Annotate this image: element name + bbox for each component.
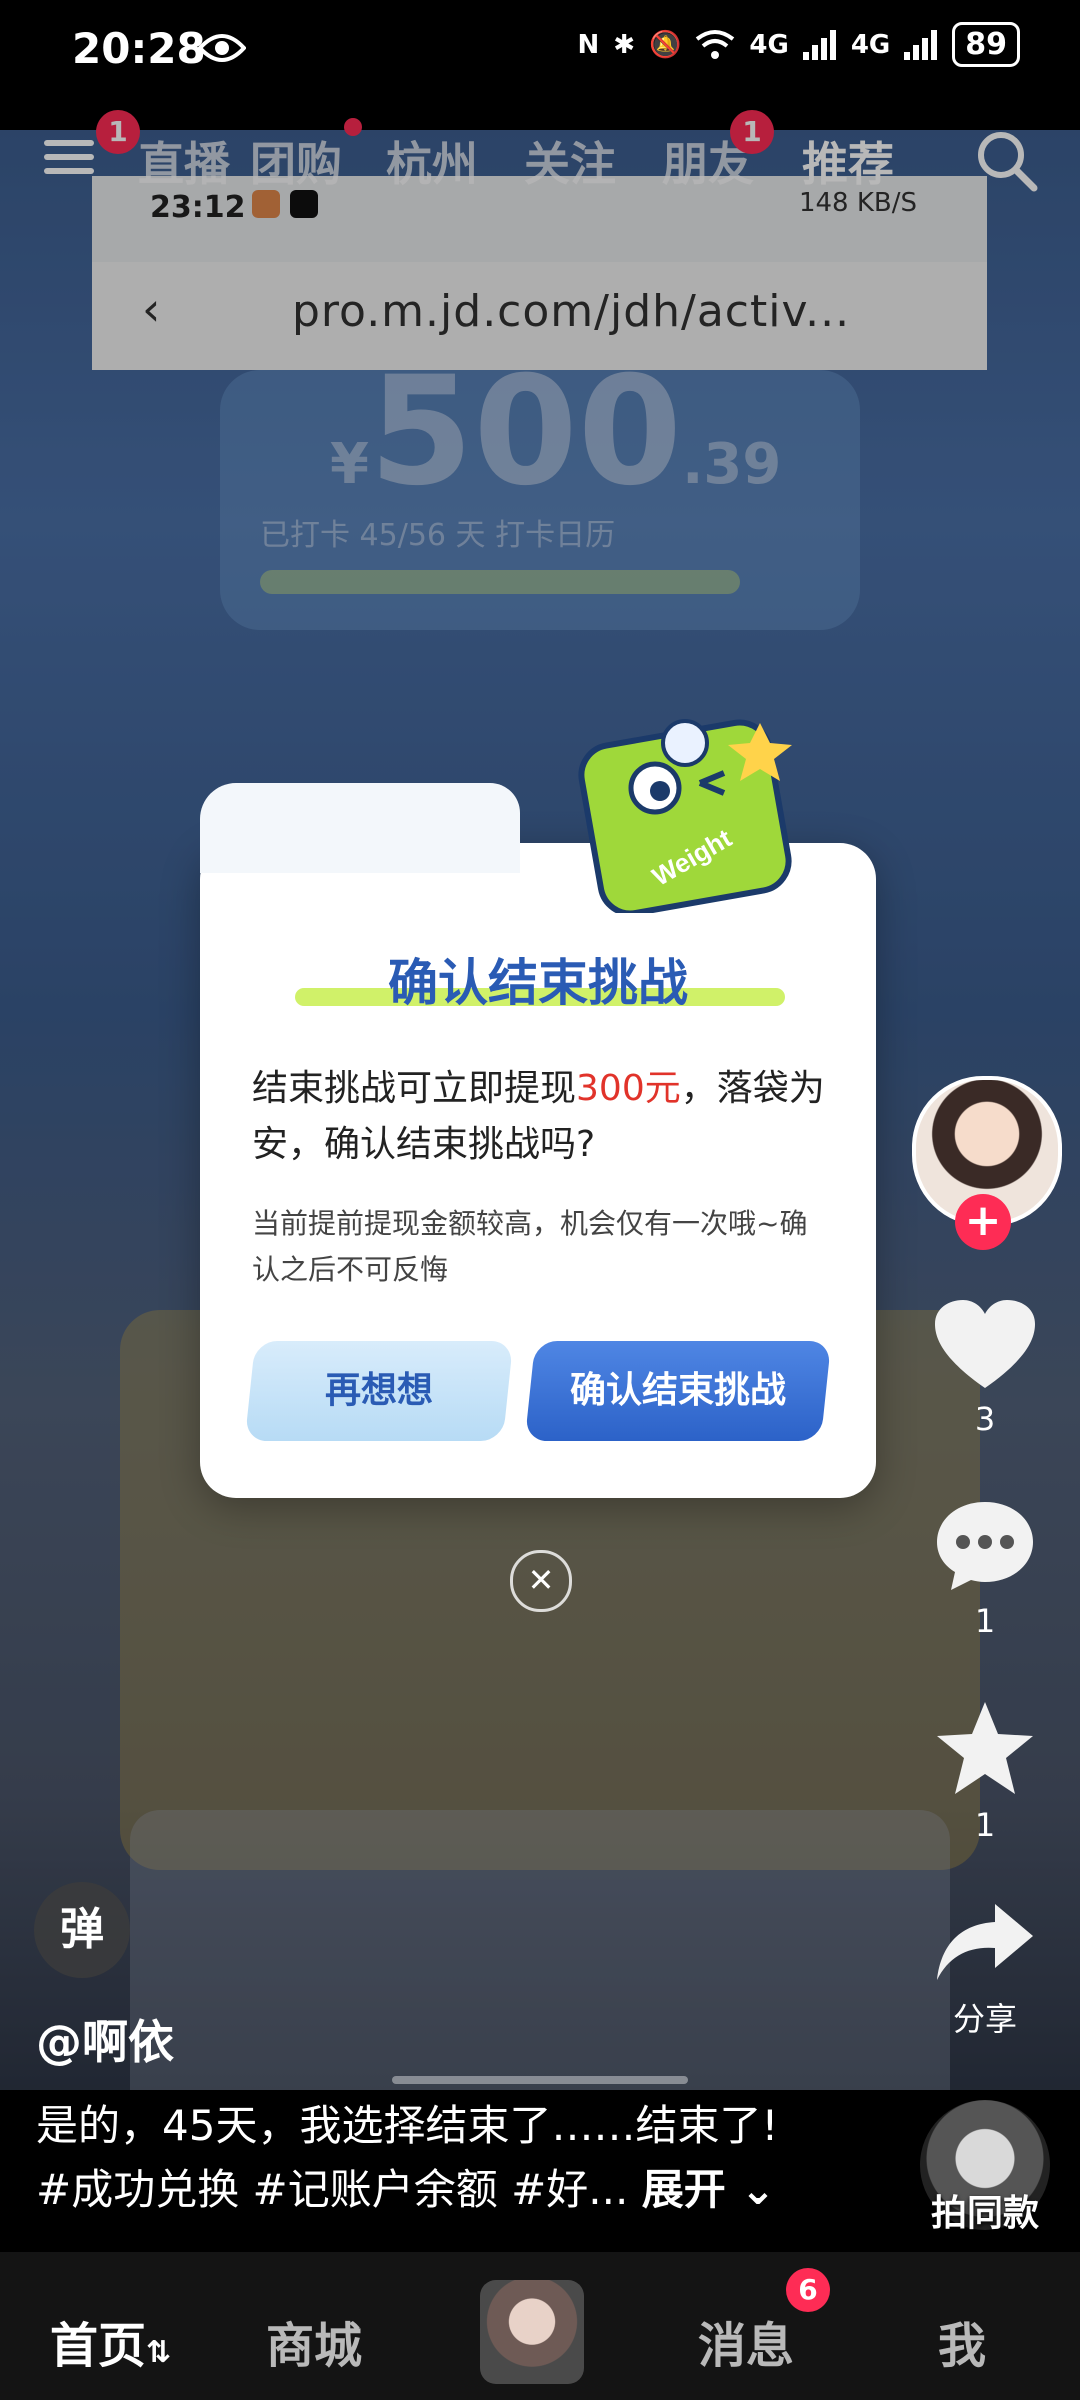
eye-icon <box>198 34 246 62</box>
share-label: 分享 <box>952 2000 1017 2038</box>
comment-count: 1 <box>974 1602 996 1640</box>
comment-button[interactable]: 1 <box>920 1500 1050 1640</box>
expand-button[interactable]: 展开 ⌄ <box>642 2165 776 2214</box>
rethink-button[interactable]: 再想想 <box>244 1341 514 1441</box>
nav-home[interactable]: 首页⇅ <box>50 2306 171 2376</box>
caption-line: 是的，45天，我选择结束了……结束了! <box>36 2101 779 2150</box>
heart-icon <box>935 1300 1035 1388</box>
status-time: 20:28 <box>72 24 206 73</box>
comment-icon <box>937 1502 1033 1590</box>
video-progress-bar[interactable] <box>392 2076 688 2084</box>
confirm-end-challenge-button[interactable]: 确认结束挑战 <box>524 1341 832 1441</box>
signal-bars-1-icon <box>802 29 836 60</box>
same-style-label[interactable]: 拍同款 <box>900 2184 1070 2236</box>
close-icon[interactable]: ✕ <box>510 1550 572 1612</box>
bottom-nav: 首页⇅ 商城 消息 6 我 <box>0 2252 1080 2400</box>
dialog-tab-decoration <box>200 783 520 873</box>
bluetooth-icon: ✱ <box>613 29 635 60</box>
withdraw-amount: 300元 <box>576 1068 681 1109</box>
caption-hashtags: #成功兑换 #记账户余额 #好... 展开 ⌄ <box>36 2165 776 2214</box>
like-button[interactable]: 3 <box>920 1300 1050 1438</box>
nfc-icon: N <box>577 29 600 60</box>
signal-2-icon: 4G <box>850 29 891 60</box>
signal-1-icon: 4G <box>749 29 789 60</box>
nav-mall[interactable]: 商城 <box>266 2306 362 2376</box>
danmu-button[interactable]: 弹 <box>34 1882 130 1978</box>
messages-badge: 6 <box>786 2268 830 2312</box>
scale-mascot-icon: Weight <box>578 719 792 913</box>
confirm-end-challenge-dialog: Weight 确认结束挑战 结束挑战可立即提现300元，落袋为安，确认结束挑战吗… <box>200 719 876 1498</box>
share-icon <box>937 1904 1033 1980</box>
battery-indicator: 89 <box>952 22 1020 67</box>
favorite-count: 1 <box>974 1806 996 1844</box>
dialog-message: 结束挑战可立即提现300元，落袋为安，确认结束挑战吗? <box>252 1068 825 1165</box>
share-button[interactable]: 分享 <box>920 1900 1050 2040</box>
wifi-icon <box>696 29 735 59</box>
nav-messages[interactable]: 消息 <box>698 2306 794 2376</box>
author-name[interactable]: @啊依 <box>36 2006 174 2072</box>
mute-icon: 🔕 <box>649 29 682 60</box>
star-icon <box>937 1702 1033 1794</box>
dialog-title: 确认结束挑战 <box>388 954 688 1012</box>
create-button[interactable] <box>480 2280 584 2384</box>
favorite-button[interactable]: 1 <box>920 1700 1050 1844</box>
like-count: 3 <box>974 1400 996 1438</box>
switch-icon: ⇅ <box>146 2335 172 2370</box>
nav-me[interactable]: 我 <box>938 2306 986 2376</box>
chevron-down-icon: ⌄ <box>740 2165 776 2214</box>
dialog-note: 当前提前提现金额较高，机会仅有一次哦~确认之后不可反悔 <box>252 1207 808 1286</box>
signal-bars-2-icon <box>904 29 938 60</box>
status-bar: 20:28 N ✱ 🔕 4G 4G 89 <box>0 0 1080 100</box>
follow-button[interactable]: + <box>955 1194 1011 1250</box>
